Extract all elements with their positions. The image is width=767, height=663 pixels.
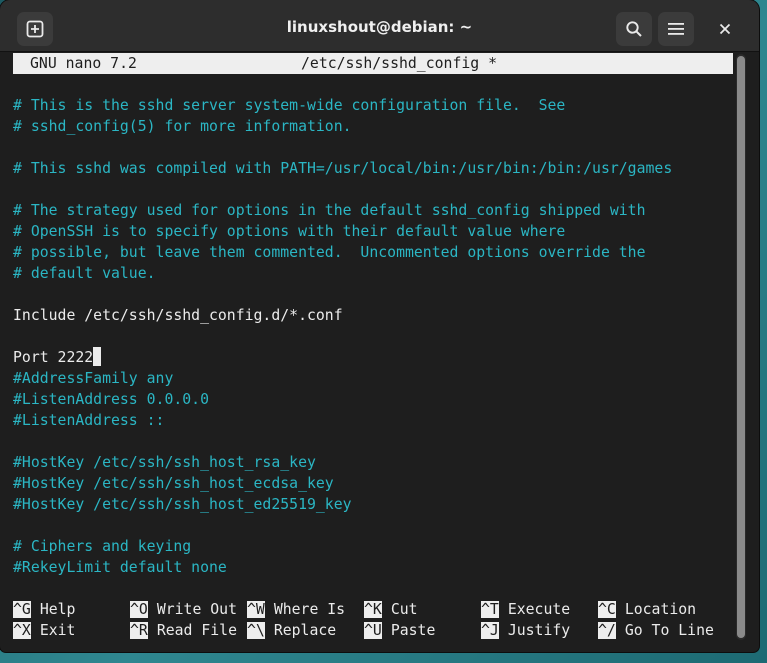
text-cursor xyxy=(93,347,102,366)
line-text: #RekeyLimit default none xyxy=(13,559,227,576)
line-text: # Ciphers and keying xyxy=(13,538,192,555)
scrollbar-thumb[interactable] xyxy=(737,56,745,638)
close-icon xyxy=(719,23,731,35)
shortcut-key: ^T xyxy=(481,601,499,618)
comment-line: # This sshd was compiled with PATH=/usr/… xyxy=(13,158,733,179)
shortcut-exit[interactable]: ^X Exit xyxy=(13,620,75,641)
shortcut-execute[interactable]: ^T Execute xyxy=(481,599,570,620)
line-text: #HostKey /etc/ssh/ssh_host_ed25519_key xyxy=(13,496,352,513)
nano-version: GNU nano 7.2 xyxy=(30,55,137,72)
shortcut-key: ^J xyxy=(481,622,499,639)
line-text: # possible, but leave them commented. Un… xyxy=(13,244,646,261)
shortcut-go-to-line[interactable]: ^/ Go To Line xyxy=(598,620,714,641)
shortcut-label: Read File xyxy=(156,622,238,639)
line-text: #HostKey /etc/ssh/ssh_host_rsa_key xyxy=(13,454,316,471)
shortcut-label: Location xyxy=(624,601,697,618)
shortcut-key: ^R xyxy=(130,622,148,639)
shortcut-key: ^/ xyxy=(598,622,616,639)
shortcut-key: ^W xyxy=(247,601,265,618)
line-text: Port 2222 xyxy=(13,349,94,366)
shortcut-key: ^X xyxy=(13,622,31,639)
shortcut-label: Cut xyxy=(390,601,418,618)
shortcut-paste[interactable]: ^U Paste xyxy=(364,620,435,641)
comment-line: #HostKey /etc/ssh/ssh_host_ecdsa_key xyxy=(13,473,733,494)
shortcut-where-is[interactable]: ^W Where Is xyxy=(247,599,345,620)
shortcut-key: ^K xyxy=(364,601,382,618)
comment-line: #ListenAddress :: xyxy=(13,410,733,431)
shortcut-write-out[interactable]: ^O Write Out xyxy=(130,599,237,620)
shortcut-label: Where Is xyxy=(273,601,346,618)
comment-line: # This is the sshd server system-wide co… xyxy=(13,95,733,116)
shortcut-label: Justify xyxy=(507,622,571,639)
comment-line: # sshd_config(5) for more information. xyxy=(13,116,733,137)
shortcut-key: ^C xyxy=(598,601,616,618)
terminal-area[interactable]: GNU nano 7.2 /etc/ssh/sshd_config * # Th… xyxy=(13,53,733,649)
comment-line: #HostKey /etc/ssh/ssh_host_rsa_key xyxy=(13,452,733,473)
shortcut-label: Go To Line xyxy=(624,622,714,639)
nano-header-bar: GNU nano 7.2 /etc/ssh/sshd_config * xyxy=(13,53,733,74)
config-line: Include /etc/ssh/sshd_config.d/*.conf xyxy=(13,305,733,326)
shortcut-bar: ^G Help ^O Write Out ^W Where Is ^K Cut ^T Execut… xyxy=(13,599,733,641)
config-line xyxy=(13,74,733,95)
shortcut-label: Help xyxy=(39,601,76,618)
shortcut-key: ^O xyxy=(130,601,148,618)
shortcut-label: Execute xyxy=(507,601,571,618)
hamburger-menu-icon xyxy=(668,23,684,35)
search-icon xyxy=(626,21,642,37)
shortcut-label: Replace xyxy=(273,622,337,639)
config-line xyxy=(13,515,733,536)
shortcut-key: ^\ xyxy=(247,622,265,639)
line-text: # The strategy used for options in the d… xyxy=(13,202,646,219)
shortcut-label: Exit xyxy=(39,622,76,639)
shortcut-cut[interactable]: ^K Cut xyxy=(364,599,418,620)
shortcut-read-file[interactable]: ^R Read File xyxy=(130,620,237,641)
comment-line: # The strategy used for options in the d… xyxy=(13,200,733,221)
line-text: # This sshd was compiled with PATH=/usr/… xyxy=(13,160,673,177)
comment-line: # OpenSSH is to specify options with the… xyxy=(13,221,733,242)
config-line: Port 2222 xyxy=(13,347,733,368)
shortcut-justify[interactable]: ^J Justify xyxy=(481,620,570,641)
line-text: # This is the sshd server system-wide co… xyxy=(13,97,566,114)
shortcut-location[interactable]: ^C Location xyxy=(598,599,696,620)
comment-line: # Ciphers and keying xyxy=(13,536,733,557)
line-text: #AddressFamily any xyxy=(13,370,174,387)
line-text: # sshd_config(5) for more information. xyxy=(13,118,352,135)
comment-line: # possible, but leave them commented. Un… xyxy=(13,242,733,263)
editor-buffer[interactable]: # This is the sshd server system-wide co… xyxy=(13,74,733,578)
comment-line: #AddressFamily any xyxy=(13,368,733,389)
comment-line: # default value. xyxy=(13,263,733,284)
config-line xyxy=(13,431,733,452)
line-text: # default value. xyxy=(13,265,156,282)
config-line xyxy=(13,326,733,347)
comment-line: #RekeyLimit default none xyxy=(13,557,733,578)
shortcut-key: ^G xyxy=(13,601,31,618)
title-bar: linuxshout@debian: ~ xyxy=(0,0,759,52)
shortcut-label: Paste xyxy=(390,622,436,639)
line-text: Include /etc/ssh/sshd_config.d/*.conf xyxy=(13,307,343,324)
nano-filename: /etc/ssh/sshd_config * xyxy=(301,55,497,72)
shortcut-key: ^U xyxy=(364,622,382,639)
line-text: # OpenSSH is to specify options with the… xyxy=(13,223,566,240)
line-text: #ListenAddress 0.0.0.0 xyxy=(13,391,209,408)
shortcut-replace[interactable]: ^\ Replace xyxy=(247,620,336,641)
config-line xyxy=(13,137,733,158)
menu-button[interactable] xyxy=(658,12,694,46)
close-button[interactable] xyxy=(712,16,738,42)
config-line xyxy=(13,284,733,305)
scrollbar[interactable] xyxy=(736,54,746,640)
line-text: #HostKey /etc/ssh/ssh_host_ecdsa_key xyxy=(13,475,334,492)
shortcut-label: Write Out xyxy=(156,601,238,618)
config-line xyxy=(13,179,733,200)
line-text: #ListenAddress :: xyxy=(13,412,165,429)
shortcut-help[interactable]: ^G Help xyxy=(13,599,75,620)
terminal-window: linuxshout@debian: ~ GNU nano 7.2 /etc/s… xyxy=(0,0,759,652)
search-button[interactable] xyxy=(616,12,652,46)
comment-line: #ListenAddress 0.0.0.0 xyxy=(13,389,733,410)
comment-line: #HostKey /etc/ssh/ssh_host_ed25519_key xyxy=(13,494,733,515)
